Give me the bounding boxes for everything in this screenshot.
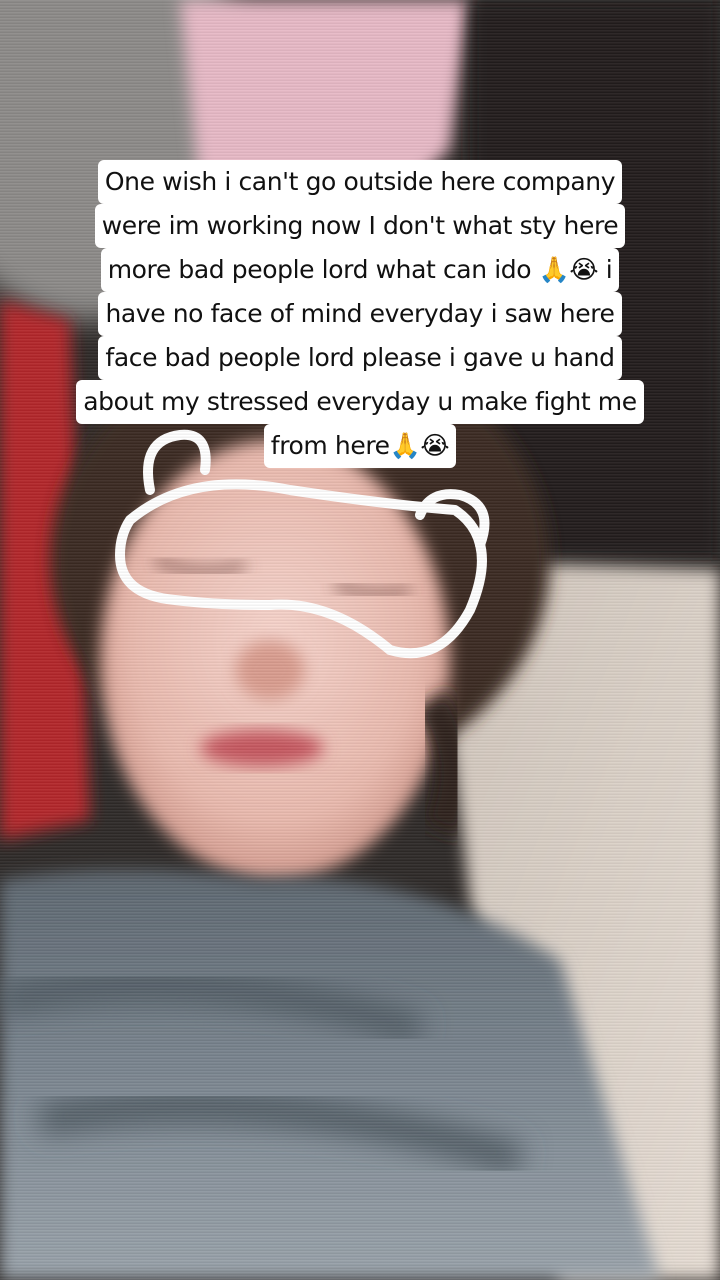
caption-line: were im working now I don't what sty her…: [94, 204, 626, 248]
video-frame: One wish i can't go outside here company…: [0, 0, 720, 1280]
caption-line: from here🙏😭: [263, 424, 457, 468]
caption-line: about my stressed everyday u make fight …: [76, 380, 644, 424]
caption-line: One wish i can't go outside here company: [97, 160, 623, 204]
caption-line: have no face of mind everyday i saw here: [98, 292, 622, 336]
caption-line: face bad people lord please i gave u han…: [98, 336, 622, 380]
caption-text-overlay: One wish i can't go outside here company…: [0, 160, 720, 468]
caption-line: more bad people lord what can ido 🙏😭 i: [100, 248, 620, 292]
